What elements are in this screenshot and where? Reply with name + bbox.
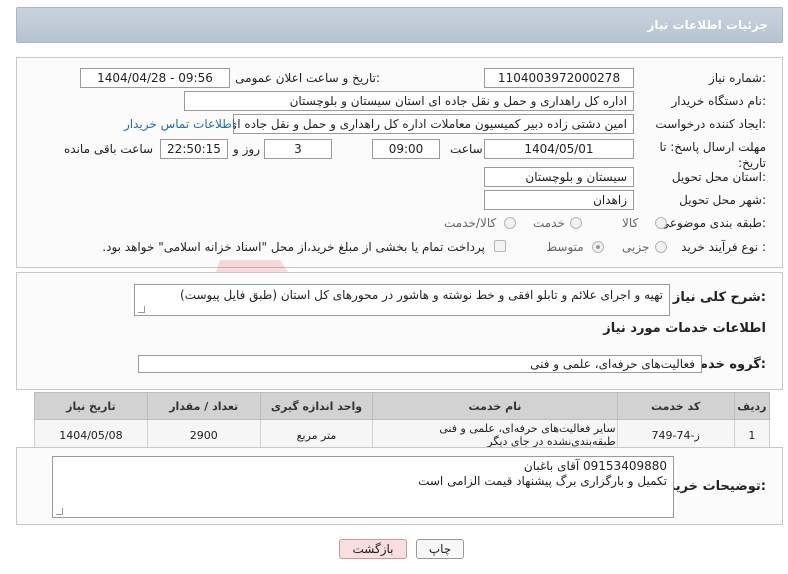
deadline-label: مهلت ارسال پاسخ: تا تاریخ: [659,140,766,170]
category-option-goods: کالا [622,216,639,230]
days-label: روز و [233,142,260,156]
col-service-name: نام خدمت [372,392,618,420]
category-label: طبقه بندی موضوعی: [659,216,766,230]
page-title: جزئیات اطلاعات نیاز [647,18,768,32]
buyer-notes-textarea[interactable]: 09153409880 آقای باغبان تکمیل و بارگزاری… [52,456,674,518]
need-number-field: 1104003972000278 [484,68,634,88]
province-field: سیستان و بلوچستان [484,167,634,187]
announce-field: 1404/04/28 - 09:56 [80,68,230,88]
cell-need-date: 1404/05/08 [34,419,148,451]
description-textarea[interactable]: تهیه و اجرای علائم و تابلو افقی و خط نوش… [134,284,670,316]
category-radio-service[interactable] [570,217,582,229]
description-text: تهیه و اجرای علائم و تابلو افقی و خط نوش… [180,288,663,302]
deadline-date-field: 1404/05/01 [484,139,634,159]
col-row-number: ردیف [733,392,771,420]
resize-handle[interactable] [138,306,145,313]
buyer-contact-link[interactable]: اطلاعات تماس خریدار [124,117,235,131]
deadline-time-label: ساعت [450,142,483,156]
buyer-notes-line2: تکمیل و بارگزاری برگ پیشنهاد قیمت الزامی… [418,474,667,488]
category-option-service: خدمت [533,216,565,230]
requester-label: ایجاد کننده درخواست: [655,117,766,131]
col-quantity: تعداد / مقدار [146,392,261,420]
resize-handle[interactable] [56,508,63,515]
services-section-title: اطلاعات خدمات مورد نیاز [603,321,766,336]
print-button[interactable]: چاپ [416,539,464,559]
col-service-code: کد خدمت [616,392,735,420]
services-table: ردیف کد خدمت نام خدمت واحد اندازه گیری ت… [34,392,771,451]
city-field: زاهدان [484,190,634,210]
remaining-time-field: 22:50:15 [160,139,228,159]
col-need-date: تاریخ نیاز [34,392,148,420]
cell-service-code: ز-74-749 [616,419,735,451]
deadline-time-field: 09:00 [372,139,440,159]
category-radio-goods-service[interactable] [504,217,516,229]
table-header-row: ردیف کد خدمت نام خدمت واحد اندازه گیری ت… [34,392,771,420]
service-group-field: فعالیت‌های حرفه‌ای، علمی و فنی [138,355,702,373]
description-label: شرح کلی نیاز: [672,290,766,305]
cell-quantity: 2900 [146,419,261,451]
payment-note: پرداخت تمام یا بخشی از مبلغ خرید،از محل … [102,240,485,254]
process-label: نوع فرآیند خرید : [681,240,766,254]
requester-field: امین دشتی زاده دبیر کمیسیون معاملات ادار… [233,114,634,134]
treasury-payment-checkbox[interactable] [494,240,506,252]
process-radio-medium[interactable] [592,241,604,253]
province-label: استان محل تحویل: [671,170,766,184]
days-remaining-field: 3 [264,139,332,159]
buyer-org-label: نام دستگاه خریدار: [671,94,767,108]
page-header: جزئیات اطلاعات نیاز [16,7,783,43]
cell-row-number: 1 [733,419,771,451]
category-option-goods-service: کالا/خدمت [444,216,497,230]
need-number-label: شماره نیاز: [708,71,766,85]
process-radio-minor[interactable] [655,241,667,253]
announce-label: تاریخ و ساعت اعلان عمومی: [235,71,380,85]
buyer-notes-line1: 09153409880 آقای باغبان [523,459,667,473]
col-unit: واحد اندازه گیری [259,392,374,420]
cell-unit: متر مربع [259,419,374,451]
city-label: شهر محل تحویل: [679,193,766,207]
table-row: 1 ز-74-749 سایر فعالیت‌های حرفه‌ای، علمی… [34,419,771,451]
buyer-org-field: اداره کل راهداری و حمل و نقل جاده ای است… [184,91,634,111]
process-option-medium: متوسط [546,240,584,254]
back-button[interactable]: بازگشت [339,539,407,559]
remaining-time-label: ساعت باقی مانده [64,142,154,156]
category-radio-goods[interactable] [655,217,667,229]
cell-service-name: سایر فعالیت‌های حرفه‌ای، علمی و فنی طبقه… [372,419,618,451]
process-option-minor: جزیی [622,240,650,254]
